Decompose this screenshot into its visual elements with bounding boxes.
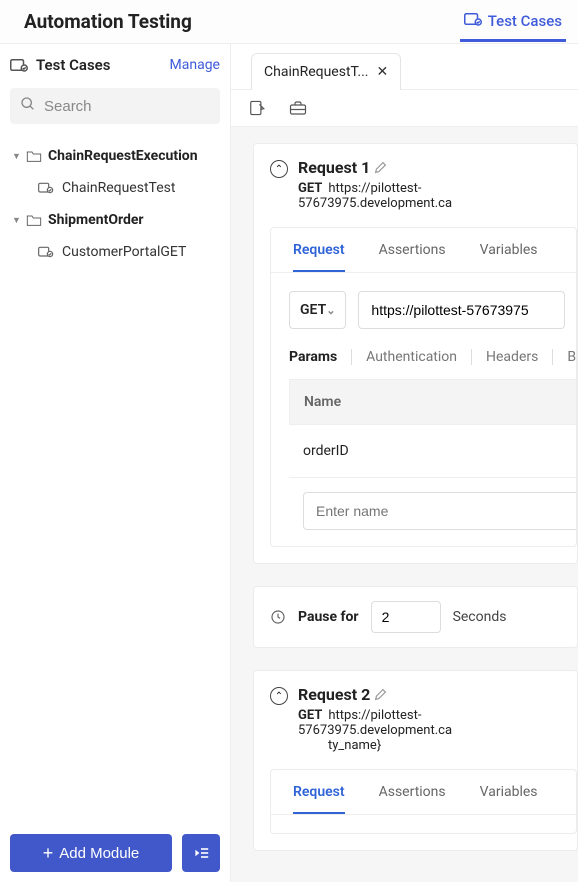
- method-select-value: GET: [300, 302, 326, 318]
- subtab-request[interactable]: Request: [293, 242, 345, 272]
- sidebar-title: Test Cases: [36, 56, 110, 74]
- request-detail-panel: Request Assertions Variables: [270, 769, 577, 834]
- url-input[interactable]: [358, 291, 565, 329]
- tab-label: ChainRequestT...: [264, 64, 368, 80]
- params-table: Name orderID: [289, 379, 576, 530]
- folder-label: ShipmentOrder: [48, 212, 144, 228]
- folder-chainrequestexecution[interactable]: ▼ ChainRequestExecution: [0, 140, 230, 172]
- tree-item-label: ChainRequestTest: [62, 180, 175, 196]
- pause-label: Pause for: [298, 609, 359, 625]
- chevron-down-icon: ⌄: [326, 304, 335, 317]
- tree-item-label: CustomerPortalGET: [62, 244, 186, 260]
- search-icon: [20, 96, 36, 116]
- manage-link[interactable]: Manage: [170, 57, 220, 73]
- param-name-input[interactable]: [303, 492, 577, 530]
- search-box[interactable]: [10, 88, 220, 124]
- pause-unit: Seconds: [453, 609, 507, 625]
- request-summary: GEThttps://pilottest-57673975.developmen…: [298, 708, 561, 738]
- testcases-list-icon: [10, 57, 28, 73]
- subtab-variables[interactable]: Variables: [480, 784, 538, 814]
- header-tab-testcases[interactable]: Test Cases: [460, 1, 566, 42]
- folder-shipmentorder[interactable]: ▼ ShipmentOrder: [0, 204, 230, 236]
- request-card-2: ⌃ Request 2 GEThttps://pilottest-5767397…: [253, 670, 578, 851]
- collapse-toggle[interactable]: ⌃: [270, 687, 288, 705]
- sidebar-tree: ▼ ChainRequestExecution ChainRequestTest…: [0, 134, 230, 824]
- paramtab-body[interactable]: Bo: [553, 349, 577, 365]
- search-input[interactable]: [44, 98, 210, 115]
- header-tab-label: Test Cases: [488, 12, 562, 30]
- collapse-icon: [193, 846, 209, 860]
- pause-step: Pause for Seconds: [253, 586, 578, 648]
- tab-chainrequesttest[interactable]: ChainRequestT... ✕: [251, 53, 401, 90]
- folder-icon: [26, 213, 42, 227]
- params-col-name: Name: [289, 379, 576, 425]
- add-module-label: Add Module: [59, 845, 139, 862]
- request-title: Request 1: [298, 158, 370, 177]
- method-select[interactable]: GET ⌄: [289, 291, 346, 329]
- briefcase-icon[interactable]: [289, 100, 307, 116]
- subtab-assertions[interactable]: Assertions: [379, 784, 446, 814]
- clock-icon: [270, 609, 286, 625]
- pause-value-input[interactable]: [371, 601, 441, 633]
- tree-item-customerportalget[interactable]: CustomerPortalGET: [0, 236, 230, 268]
- content-scroll[interactable]: ⌃ Request 1 GEThttps://pilottest-5767397…: [231, 127, 578, 882]
- testcase-icon: [38, 181, 54, 195]
- app-title: Automation Testing: [24, 10, 192, 33]
- request-title: Request 2: [298, 685, 370, 704]
- caret-down-icon: ▼: [12, 151, 20, 162]
- sidebar: Test Cases Manage ▼ ChainRequestExecutio…: [0, 44, 231, 882]
- folder-icon: [26, 149, 42, 163]
- request-detail-panel: Request Assertions Variables GET ⌄: [270, 227, 577, 547]
- pencil-icon[interactable]: [374, 161, 387, 174]
- request-method: GET: [298, 708, 322, 723]
- chevron-up-icon: ⌃: [275, 164, 283, 175]
- subtab-request[interactable]: Request: [293, 784, 345, 814]
- request-url-line2: ty_name}: [298, 738, 561, 753]
- subtab-variables[interactable]: Variables: [480, 242, 538, 272]
- app-header: Automation Testing Test Cases: [0, 0, 578, 44]
- paramtab-authentication[interactable]: Authentication: [352, 349, 472, 365]
- testcases-icon: [464, 11, 482, 31]
- main-area: ChainRequestT... ✕ ⌃: [231, 44, 578, 882]
- collapse-sidebar-button[interactable]: [182, 834, 220, 872]
- close-icon[interactable]: ✕: [376, 64, 388, 80]
- folder-label: ChainRequestExecution: [48, 148, 198, 164]
- paramtab-params[interactable]: Params: [289, 349, 352, 365]
- subtab-assertions[interactable]: Assertions: [379, 242, 446, 272]
- collapse-toggle[interactable]: ⌃: [270, 160, 288, 178]
- tree-item-chainrequesttest[interactable]: ChainRequestTest: [0, 172, 230, 204]
- request-summary: GEThttps://pilottest-57673975.developmen…: [298, 181, 561, 211]
- paramtab-headers[interactable]: Headers: [472, 349, 553, 365]
- edit-note-icon[interactable]: [249, 100, 267, 116]
- request-method: GET: [298, 181, 322, 196]
- chevron-up-icon: ⌃: [275, 691, 283, 702]
- param-row[interactable]: orderID: [289, 425, 576, 478]
- request-card-1: ⌃ Request 1 GEThttps://pilottest-5767397…: [253, 143, 578, 564]
- add-module-button[interactable]: + Add Module: [10, 834, 172, 872]
- editor-toolbar: [231, 90, 578, 127]
- testcase-icon: [38, 245, 54, 259]
- caret-down-icon: ▼: [12, 215, 20, 226]
- plus-icon: +: [43, 844, 54, 862]
- pencil-icon[interactable]: [374, 688, 387, 701]
- tabbar: ChainRequestT... ✕: [231, 44, 578, 90]
